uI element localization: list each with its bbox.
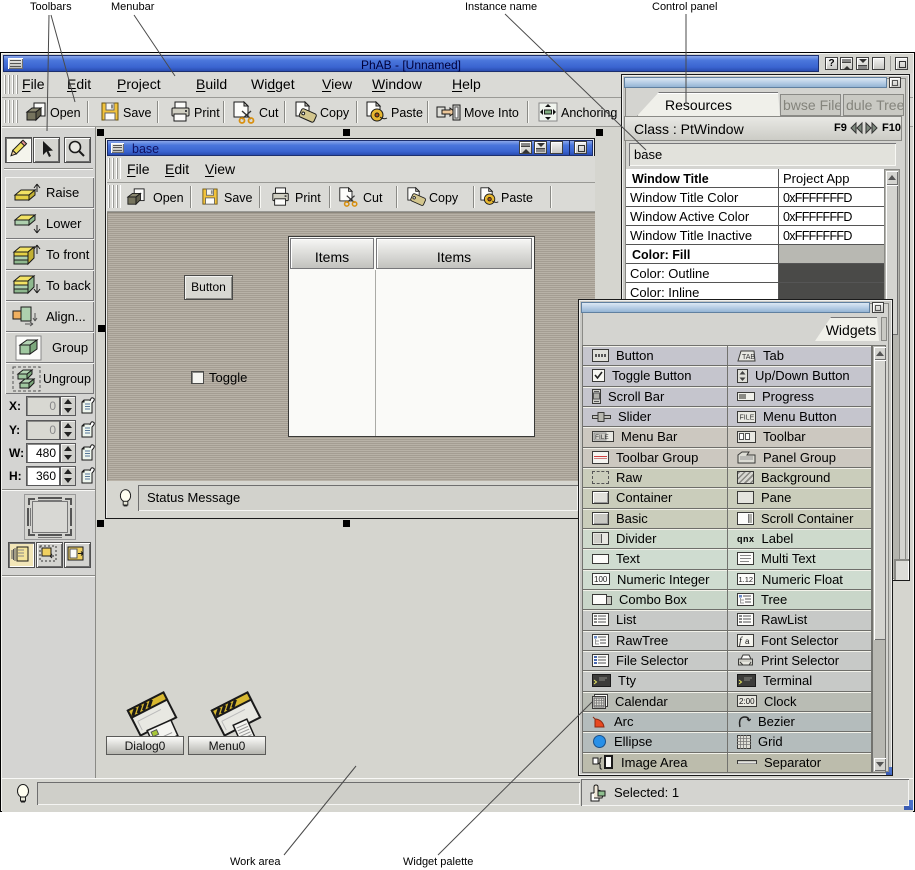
svg-text:a: a <box>745 637 750 646</box>
svg-text:1.12: 1.12 <box>739 575 754 584</box>
svg-text:TAB: TAB <box>742 354 755 361</box>
svg-text:2:00: 2:00 <box>739 697 755 706</box>
svg-text:FILE: FILE <box>740 414 755 421</box>
svg-text:{: { <box>598 755 603 770</box>
svg-text:100: 100 <box>594 575 608 584</box>
svg-text:FILE: FILE <box>595 434 609 441</box>
